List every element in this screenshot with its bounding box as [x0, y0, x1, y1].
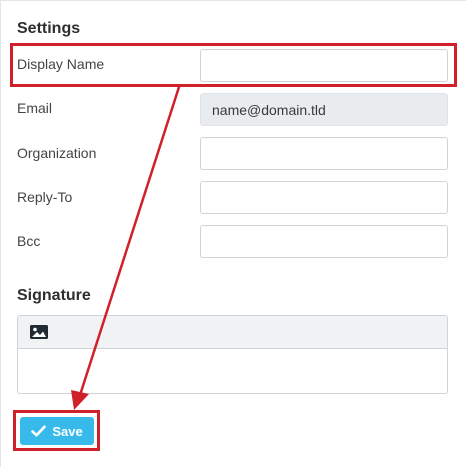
save-button[interactable]: Save	[20, 417, 94, 445]
checkmark-icon	[31, 425, 47, 437]
settings-heading: Settings	[17, 20, 81, 37]
email-input	[200, 93, 448, 126]
bcc-input[interactable]	[200, 225, 448, 258]
organization-input[interactable]	[200, 137, 448, 170]
signature-text-area[interactable]	[18, 349, 447, 393]
save-button-label: Save	[52, 423, 83, 439]
reply-to-input[interactable]	[200, 181, 448, 214]
signature-heading: Signature	[17, 287, 91, 304]
signature-editor-toolbar	[18, 316, 447, 349]
bcc-label: Bcc	[17, 233, 41, 249]
identity-settings-panel: Settings Display Name Email Organization…	[0, 0, 466, 467]
email-label: Email	[17, 100, 53, 116]
display-name-label: Display Name	[17, 56, 105, 72]
image-icon[interactable]	[29, 324, 49, 340]
signature-editor	[17, 315, 448, 394]
reply-to-label: Reply-To	[17, 189, 73, 205]
display-name-input[interactable]	[200, 49, 448, 82]
organization-label: Organization	[17, 145, 97, 161]
